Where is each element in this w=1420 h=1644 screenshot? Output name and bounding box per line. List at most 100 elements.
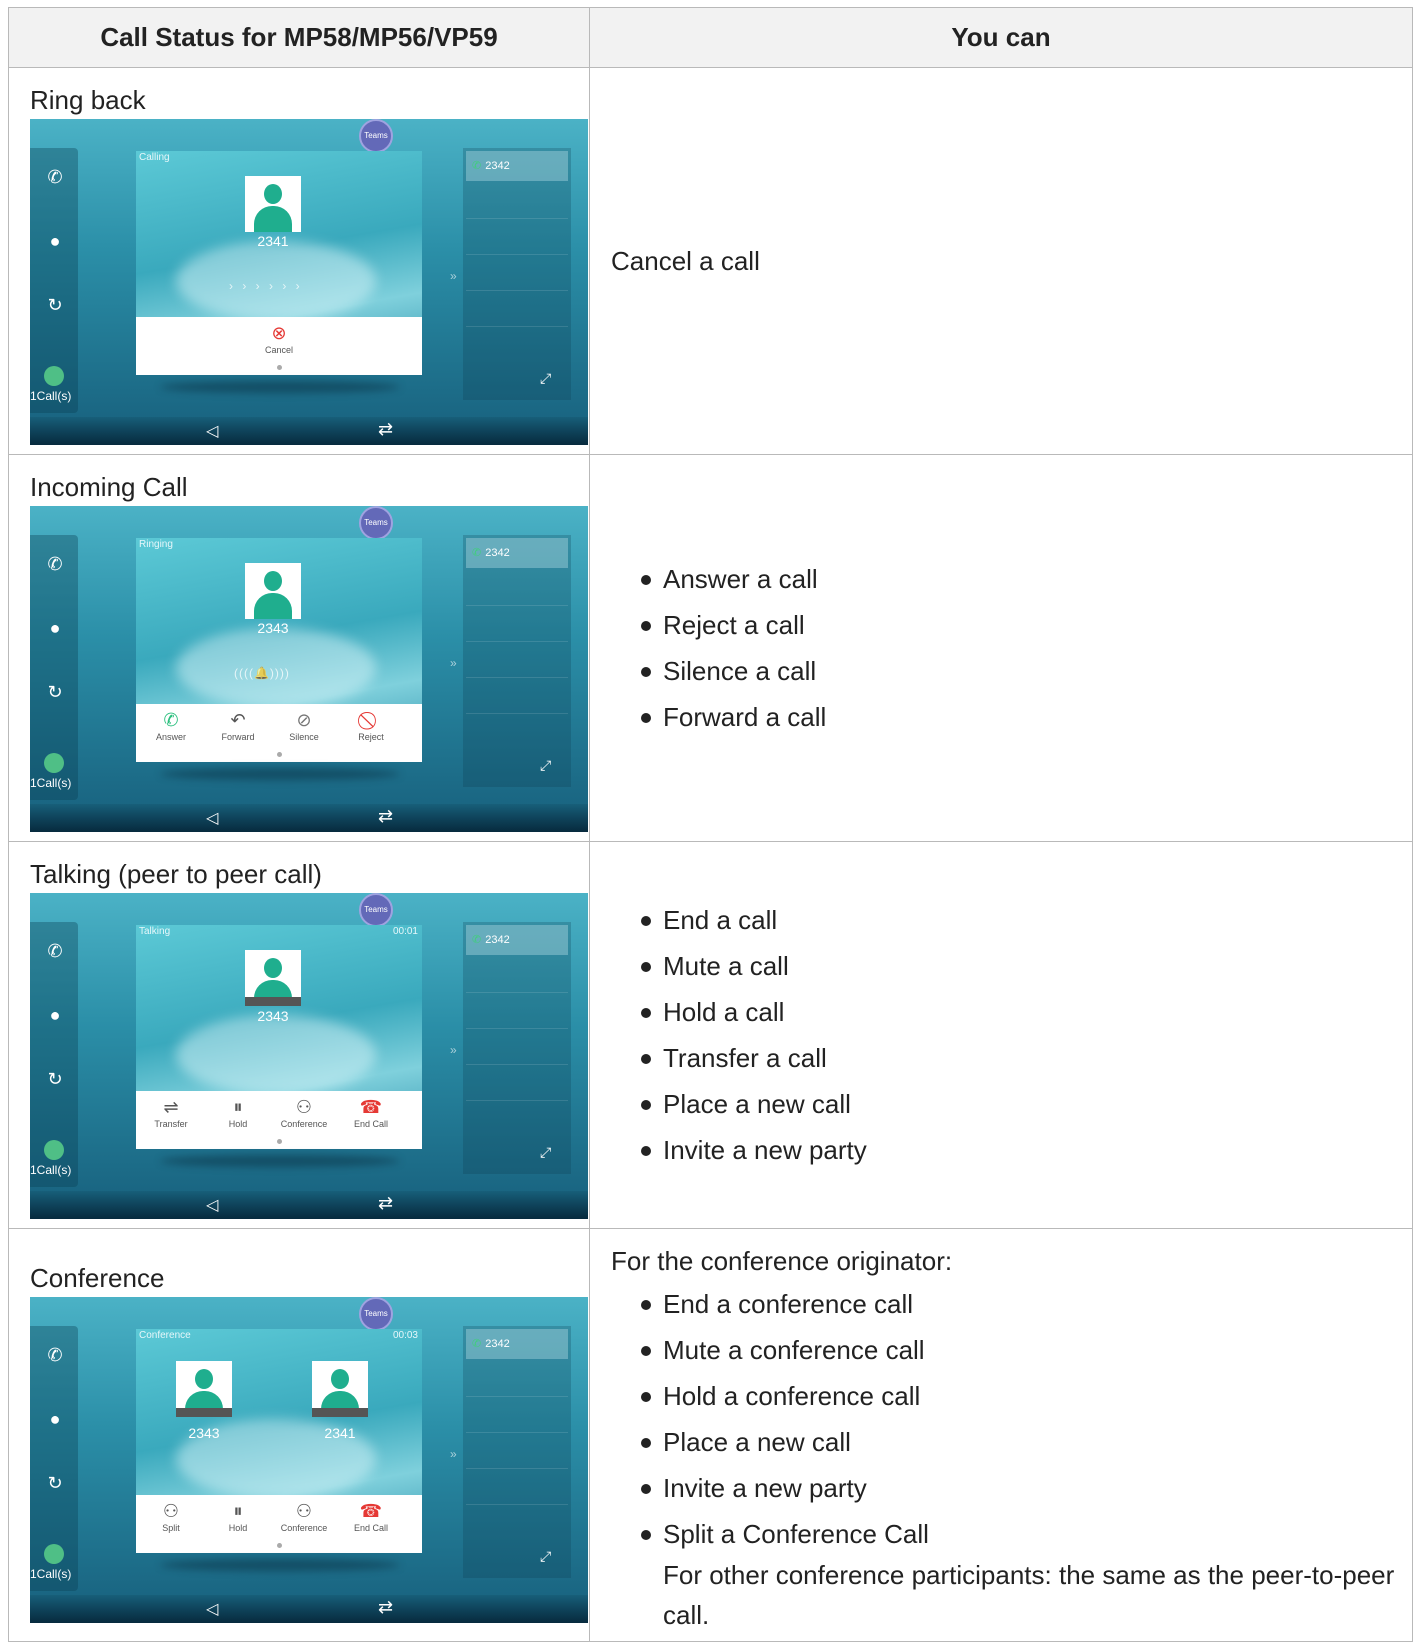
active-call-icon [44,1544,64,1564]
expand-icon[interactable]: ⤢ [540,370,551,387]
call-state-label: Ringing [139,539,173,550]
conference-button[interactable]: ⚇ Conference [269,1097,339,1129]
panel-divider [466,1064,568,1065]
back-icon[interactable]: ◁ [206,1599,218,1619]
caller-number: 2343 [257,620,289,636]
answer-button[interactable]: ✆ Answer [136,710,206,742]
call-dialog: Conference 00:03 2343 2341 ⚇ Split ⏸ Hol… [136,1329,422,1553]
panel-divider [466,218,568,219]
call-history-icon: ↻ [47,1069,63,1089]
status-cell: Ring back ✆ ● ↻ 1Call(s) Teams Calling 2… [8,67,590,455]
header-you-can: You can [589,7,1413,68]
dialog-shadow [160,768,400,780]
transfer-button[interactable]: ⇌ Transfer [136,1097,206,1129]
phone-sidebar: ✆ ● ↻ 1Call(s) [30,148,78,413]
avatar-icon [312,1361,368,1417]
silence-button[interactable]: ⊘ Silence [269,710,339,742]
panel-divider [466,326,568,327]
teams-icon: Teams [359,506,393,540]
contact-icon: ● [49,1409,61,1429]
dialog-shadow [160,381,400,393]
avatar-icon [245,176,301,232]
actions-cell: End a call Mute a call Hold a call Trans… [589,841,1413,1229]
expand-icon[interactable]: ⤢ [540,1548,551,1565]
panel-divider [466,713,568,714]
call-history-icon: ↻ [47,1473,63,1493]
hold-button[interactable]: ⏸ Hold [203,1097,273,1129]
hold-label: Hold [228,1119,248,1129]
line-entry[interactable]: ✆ 2342 [466,925,568,955]
actions-intro: For the conference originator: [611,1246,953,1276]
call-history-icon: ↻ [47,295,63,315]
split-button[interactable]: ⚇ Split [136,1501,206,1533]
call-action-bar: ⇌ Transfer ⏸ Hold ⚇ Conference ☎ End Cal… [136,1091,422,1149]
list-item: End a call [641,897,1412,943]
status-title: Ring back [30,85,146,115]
call-state-label: Conference [139,1330,191,1341]
conference-icon: ⚇ [295,1501,313,1521]
switch-icon[interactable]: ⇄ [378,1597,393,1618]
line-entry[interactable]: ✆ 2342 [466,151,568,181]
answer-icon: ✆ [163,710,179,730]
end-call-button[interactable]: ☎ End Call [336,1097,406,1129]
conference-button[interactable]: ⚇ Conference [269,1501,339,1533]
hold-button[interactable]: ⏸ Hold [203,1501,273,1533]
ringing-bell-icon: ((((🔔)))) [234,666,290,680]
chevron-right-icon[interactable]: » [450,1447,457,1461]
back-icon[interactable]: ◁ [206,808,218,828]
call-action-bar: ⊗ Cancel [136,317,422,375]
list-item: Hold a call [641,989,1412,1035]
answer-label: Answer [155,732,186,742]
end-call-label: End Call [353,1119,389,1129]
line-entry[interactable]: ✆ 2342 [466,1329,568,1359]
reject-button[interactable]: ⃠ Reject [336,710,406,742]
actions-container: Answer a call Reject a call Silence a ca… [590,455,1412,841]
chevron-right-icon[interactable]: » [450,1043,457,1057]
list-item: Mute a call [641,943,1412,989]
status-title: Talking (peer to peer call) [30,859,322,889]
action-text: Cancel a call [611,245,760,276]
reject-label: Reject [358,732,384,742]
phone-screenshot-incoming: ✆ ● ↻ 1Call(s) Teams Ringing 2343 ((((🔔)… [30,506,588,832]
contact-icon: ● [49,1005,61,1025]
nav-bar: ◁ ⇄ [30,417,588,445]
page-indicator [277,1543,282,1548]
back-icon[interactable]: ◁ [206,1195,218,1215]
nav-bar: ◁ ⇄ [30,1191,588,1219]
call-action-bar: ✆ Answer ↶ Forward ⊘ Silence Reject [136,704,422,762]
end-call-button[interactable]: ☎ End Call [336,1501,406,1533]
switch-icon[interactable]: ⇄ [378,1193,393,1214]
phone-screenshot-ring-back: ✆ ● ↻ 1Call(s) Teams Calling 2341 › › › … [30,119,588,445]
forward-button[interactable]: ↶ Forward [203,710,273,742]
panel-divider [466,677,568,678]
participant-number: 2343 [188,1425,220,1441]
chevron-right-icon[interactable]: » [450,269,457,283]
expand-icon[interactable]: ⤢ [540,757,551,774]
switch-icon[interactable]: ⇄ [378,419,393,440]
line-number: 2342 [485,1338,510,1350]
actions-container: End a call Mute a call Hold a call Trans… [590,842,1412,1228]
chevron-right-icon[interactable]: » [450,656,457,670]
ringback-animation-icon: › › › › › › [229,279,303,293]
phone-sidebar: ✆ ● ↻ 1Call(s) [30,1326,78,1591]
avatar-icon [245,563,301,619]
call-state-label: Calling [139,152,170,163]
cancel-button[interactable]: ⊗ Cancel [244,323,314,355]
calls-count: 1Call(s) [30,776,72,790]
phone-icon: ✆ [47,167,63,187]
dialog-shadow [160,1559,400,1571]
back-icon[interactable]: ◁ [206,421,218,441]
expand-icon[interactable]: ⤢ [540,1144,551,1161]
status-cell: Talking (peer to peer call) ✆ ● ↻ 1Call(… [8,841,590,1229]
panel-divider [466,605,568,606]
line-entry[interactable]: ✆ 2342 [466,538,568,568]
list-item: Invite a new party [641,1127,1412,1173]
switch-icon[interactable]: ⇄ [378,806,393,827]
list-item: Place a new call [641,1081,1412,1127]
phone-icon: ✆ [47,1345,63,1365]
table-row-talking: Talking (peer to peer call) ✆ ● ↻ 1Call(… [8,841,1413,1229]
conference-label: Conference [280,1119,328,1129]
list-item: Forward a call [641,694,1412,740]
phone-screenshot-talking: ✆ ● ↻ 1Call(s) Teams Talking 00:01 2343 [30,893,588,1219]
silence-icon: ⊘ [296,710,312,730]
